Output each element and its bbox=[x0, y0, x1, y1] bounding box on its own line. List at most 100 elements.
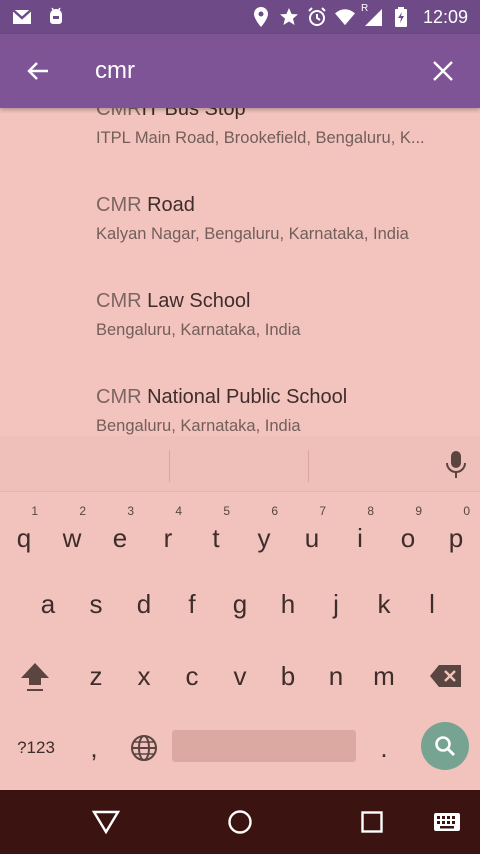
list-item[interactable]: CMRIT Bus Stop ITPL Main Road, Brookefie… bbox=[96, 108, 466, 148]
navigation-bar bbox=[0, 790, 480, 854]
key-a[interactable]: a bbox=[24, 570, 72, 638]
result-title: CMR Road bbox=[96, 194, 466, 217]
key-hint: 7 bbox=[319, 504, 326, 518]
back-button[interactable] bbox=[0, 34, 75, 108]
backspace-icon bbox=[430, 665, 461, 687]
nav-back-button[interactable] bbox=[66, 790, 146, 854]
key-label: y bbox=[257, 522, 271, 553]
key-u[interactable]: 7u bbox=[288, 498, 336, 566]
key-label: u bbox=[304, 522, 320, 553]
key-hint: 4 bbox=[175, 504, 182, 518]
result-title: CMR Law School bbox=[96, 290, 466, 313]
suggestion-divider bbox=[308, 450, 309, 482]
symbols-key[interactable]: ?123 bbox=[8, 714, 64, 782]
microphone-icon bbox=[446, 451, 466, 478]
result-rest-text: Law School bbox=[141, 290, 251, 312]
result-title: CMRIT Bus Stop bbox=[96, 108, 466, 121]
key-hint: 8 bbox=[367, 504, 374, 518]
key-label: i bbox=[357, 522, 363, 553]
list-item[interactable]: CMR Road Kalyan Nagar, Bengaluru, Karnat… bbox=[96, 194, 466, 244]
result-subtitle: Kalyan Nagar, Bengaluru, Karnataka, Indi… bbox=[96, 225, 409, 243]
key-p[interactable]: 0p bbox=[432, 498, 480, 566]
key-h[interactable]: h bbox=[264, 570, 312, 638]
suggestion-strip bbox=[0, 436, 480, 492]
keyboard-switch-button[interactable] bbox=[414, 790, 480, 854]
key-m[interactable]: m bbox=[360, 642, 408, 710]
signal-icon: R bbox=[361, 3, 383, 27]
key-r[interactable]: 4r bbox=[144, 498, 192, 566]
key-label: o bbox=[400, 522, 416, 553]
key-hint: 9 bbox=[415, 504, 422, 518]
key-w[interactable]: 2w bbox=[48, 498, 96, 566]
star-icon bbox=[279, 7, 299, 27]
nav-recents-button[interactable] bbox=[332, 790, 412, 854]
nav-recents-icon bbox=[361, 811, 383, 833]
list-item[interactable]: CMR Law School Bengaluru, Karnataka, Ind… bbox=[96, 290, 466, 340]
key-hint: 5 bbox=[223, 504, 230, 518]
key-hint: 2 bbox=[79, 504, 86, 518]
key-f[interactable]: f bbox=[168, 570, 216, 638]
key-label: q bbox=[16, 522, 32, 553]
search-icon bbox=[435, 736, 455, 756]
key-b[interactable]: b bbox=[264, 642, 312, 710]
android-debug-icon bbox=[46, 7, 66, 27]
result-match-text: CMR bbox=[96, 108, 142, 120]
search-action-key[interactable] bbox=[421, 722, 469, 770]
result-match-text: CMR bbox=[96, 194, 142, 216]
nav-back-icon bbox=[92, 810, 120, 834]
key-hint: 3 bbox=[127, 504, 134, 518]
search-bar bbox=[0, 34, 480, 108]
location-icon bbox=[251, 7, 271, 27]
results-list: CMRIT Bus Stop ITPL Main Road, Brookefie… bbox=[0, 108, 480, 436]
battery-charging-icon bbox=[391, 7, 411, 27]
globe-icon bbox=[131, 735, 157, 761]
key-i[interactable]: 8i bbox=[336, 498, 384, 566]
result-match-text: CMR bbox=[96, 290, 142, 312]
status-bar: R 12:09 bbox=[0, 0, 480, 34]
space-bar[interactable] bbox=[172, 730, 356, 762]
key-c[interactable]: c bbox=[168, 642, 216, 710]
key-l[interactable]: l bbox=[408, 570, 456, 638]
result-subtitle: ITPL Main Road, Brookefield, Bengaluru, … bbox=[96, 129, 425, 147]
key-z[interactable]: z bbox=[72, 642, 120, 710]
key-hint: 1 bbox=[31, 504, 38, 518]
clock: 12:09 bbox=[422, 6, 468, 27]
key-s[interactable]: s bbox=[72, 570, 120, 638]
keyboard-icon bbox=[434, 813, 460, 831]
key-hint: 0 bbox=[463, 504, 470, 518]
list-item[interactable]: CMR National Public School Bengaluru, Ka… bbox=[96, 386, 466, 436]
key-e[interactable]: 3e bbox=[96, 498, 144, 566]
key-o[interactable]: 9o bbox=[384, 498, 432, 566]
voice-input-button[interactable] bbox=[444, 450, 468, 480]
nav-home-button[interactable] bbox=[200, 790, 280, 854]
key-d[interactable]: d bbox=[120, 570, 168, 638]
arrow-back-icon bbox=[26, 62, 48, 80]
suggestion-divider bbox=[169, 450, 170, 482]
key-k[interactable]: k bbox=[360, 570, 408, 638]
key-j[interactable]: j bbox=[312, 570, 360, 638]
clear-search-button[interactable] bbox=[405, 34, 480, 108]
key-g[interactable]: g bbox=[216, 570, 264, 638]
wifi-icon bbox=[334, 7, 355, 27]
soft-keyboard: 1q 2w 3e 4r 5t 6y 7u 8i 9o 0p a s d f g … bbox=[0, 436, 480, 790]
result-subtitle: Bengaluru, Karnataka, India bbox=[96, 321, 301, 339]
key-v[interactable]: v bbox=[216, 642, 264, 710]
key-period[interactable]: . bbox=[360, 714, 408, 782]
language-key[interactable] bbox=[120, 714, 168, 782]
key-q[interactable]: 1q bbox=[0, 498, 48, 566]
result-match-text: CMR bbox=[96, 386, 142, 408]
close-icon bbox=[432, 61, 453, 81]
key-y[interactable]: 6y bbox=[240, 498, 288, 566]
key-label: t bbox=[212, 522, 220, 553]
key-label: w bbox=[62, 522, 82, 553]
result-subtitle: Bengaluru, Karnataka, India bbox=[96, 417, 301, 435]
key-comma[interactable]: , bbox=[70, 714, 118, 782]
key-t[interactable]: 5t bbox=[192, 498, 240, 566]
key-x[interactable]: x bbox=[120, 642, 168, 710]
search-input[interactable] bbox=[75, 57, 405, 85]
alarm-icon bbox=[307, 7, 327, 27]
shift-key[interactable] bbox=[8, 642, 62, 710]
result-title: CMR National Public School bbox=[96, 386, 466, 409]
backspace-key[interactable] bbox=[418, 642, 474, 710]
key-n[interactable]: n bbox=[312, 642, 360, 710]
